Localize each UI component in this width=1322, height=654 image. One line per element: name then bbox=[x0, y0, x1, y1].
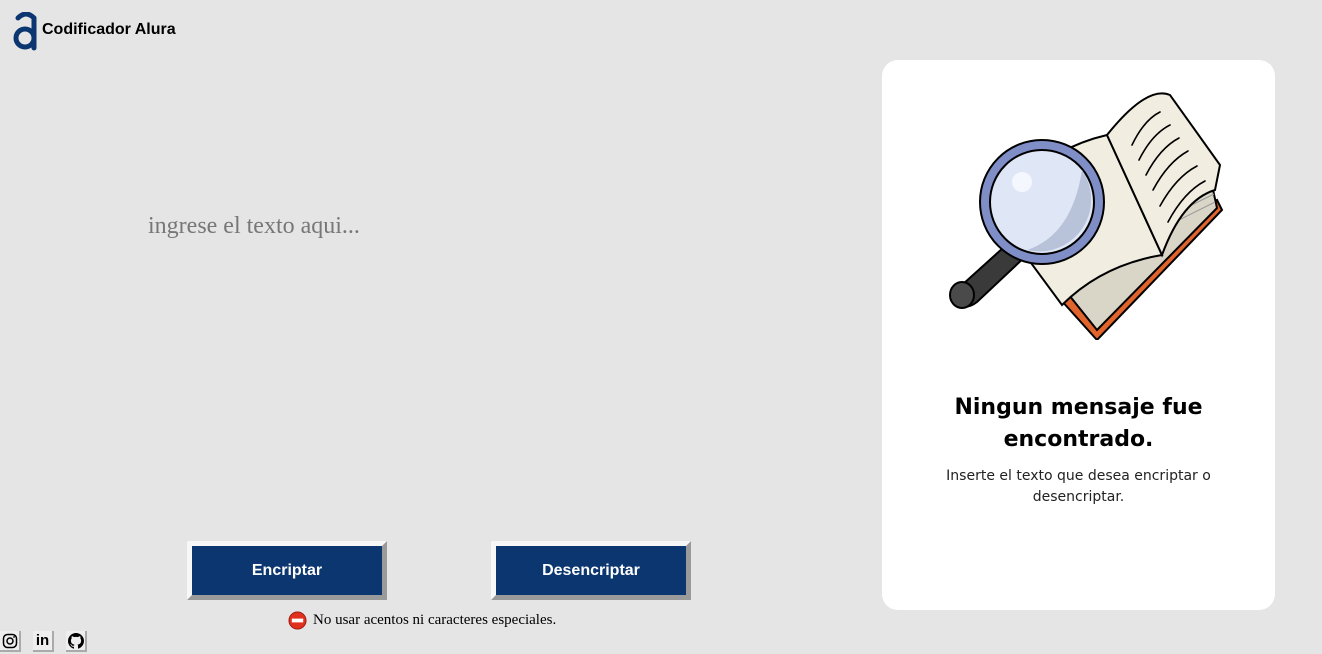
social-links: in bbox=[0, 631, 87, 652]
warning-text: No usar acentos ni caracteres especiales… bbox=[313, 612, 557, 628]
instagram-icon bbox=[2, 633, 17, 648]
no-entry-icon bbox=[288, 611, 307, 630]
encrypt-button[interactable]: Encriptar bbox=[187, 541, 387, 600]
instagram-link[interactable] bbox=[0, 631, 21, 652]
warning-message: No usar acentos ni caracteres especiales… bbox=[288, 611, 556, 630]
book-magnifier-illustration bbox=[949, 92, 1224, 340]
text-input[interactable] bbox=[140, 205, 740, 505]
app-header: Codificador Alura bbox=[12, 12, 176, 52]
linkedin-link[interactable]: in bbox=[33, 631, 54, 652]
github-link[interactable] bbox=[66, 631, 87, 652]
app-title: Codificador Alura bbox=[42, 21, 176, 38]
no-message-title: Ningun mensaje fue encontrado. bbox=[954, 395, 1203, 452]
alura-logo-icon bbox=[13, 12, 37, 51]
decrypt-button[interactable]: Desencriptar bbox=[491, 541, 691, 600]
no-message-subtitle: Inserte el texto que desea encriptar o d… bbox=[946, 468, 1211, 505]
text-input-area bbox=[140, 205, 740, 505]
output-card: Ningun mensaje fue encontrado. Inserte e… bbox=[882, 60, 1275, 610]
github-icon bbox=[67, 632, 84, 649]
linkedin-icon: in bbox=[35, 632, 50, 649]
